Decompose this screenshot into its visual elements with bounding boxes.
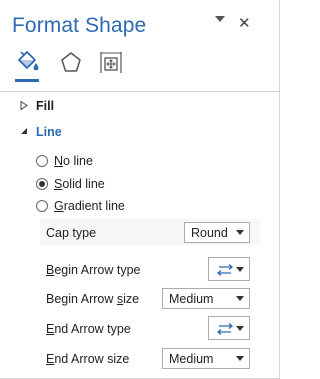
begin-arrow-size-dropdown[interactable]: Medium — [162, 288, 250, 309]
section-line-header[interactable]: Line — [20, 125, 62, 139]
close-icon[interactable]: ✕ — [238, 14, 251, 32]
arrow-type-icon — [216, 323, 234, 335]
begin-arrow-size-label: Begin Arrow size — [46, 292, 140, 306]
arrow-type-icon — [216, 264, 234, 276]
cap-type-label: Cap type — [46, 226, 97, 240]
cap-type-dropdown[interactable]: Round — [184, 222, 250, 243]
radio-no-line-label: No line — [54, 154, 93, 168]
chevron-down-icon — [236, 356, 244, 361]
end-arrow-size-label: End Arrow size — [46, 352, 130, 366]
pane-title: Format Shape — [12, 14, 147, 37]
pentagon-icon — [61, 52, 81, 72]
chevron-down-icon — [236, 230, 244, 235]
tabs-divider — [0, 91, 279, 92]
chevron-down-icon — [236, 267, 244, 272]
radio-button[interactable] — [36, 155, 48, 167]
begin-arrow-type-label: Begin Arrow type — [46, 263, 141, 277]
radio-button-checked[interactable] — [36, 178, 48, 190]
end-arrow-type-picker[interactable] — [208, 316, 250, 340]
radio-no-line[interactable]: No line — [36, 154, 93, 168]
tab-size-properties[interactable] — [96, 46, 126, 78]
size-layout-icon — [100, 52, 122, 73]
radio-gradient-line-label: Gradient line — [54, 199, 125, 213]
chevron-down-icon — [236, 296, 244, 301]
begin-arrow-type-picker[interactable] — [208, 257, 250, 281]
collapse-triangle-icon — [20, 127, 32, 137]
end-arrow-size-value: Medium — [169, 351, 214, 366]
format-shape-pane: Format Shape ✕ Fill Line No line Solid l… — [0, 0, 280, 379]
tab-effects[interactable] — [56, 46, 86, 78]
end-arrow-type-label: End Arrow type — [46, 322, 131, 336]
radio-solid-line[interactable]: Solid line — [36, 177, 105, 191]
section-fill-label: Fill — [36, 99, 55, 113]
cap-type-value: Round — [191, 225, 228, 240]
paint-bucket-icon — [18, 51, 39, 71]
expand-triangle-icon — [20, 100, 32, 112]
section-line-label: Line — [36, 125, 62, 139]
section-fill-header[interactable]: Fill — [20, 99, 54, 113]
radio-solid-line-label: Solid line — [54, 177, 105, 191]
end-arrow-size-dropdown[interactable]: Medium — [162, 348, 250, 369]
begin-arrow-size-value: Medium — [169, 291, 214, 306]
chevron-down-icon — [236, 326, 244, 331]
radio-gradient-line[interactable]: Gradient line — [36, 199, 125, 213]
tab-fill-line[interactable] — [12, 46, 42, 82]
pin-dropdown-icon[interactable] — [214, 13, 226, 27]
radio-button[interactable] — [36, 200, 48, 212]
